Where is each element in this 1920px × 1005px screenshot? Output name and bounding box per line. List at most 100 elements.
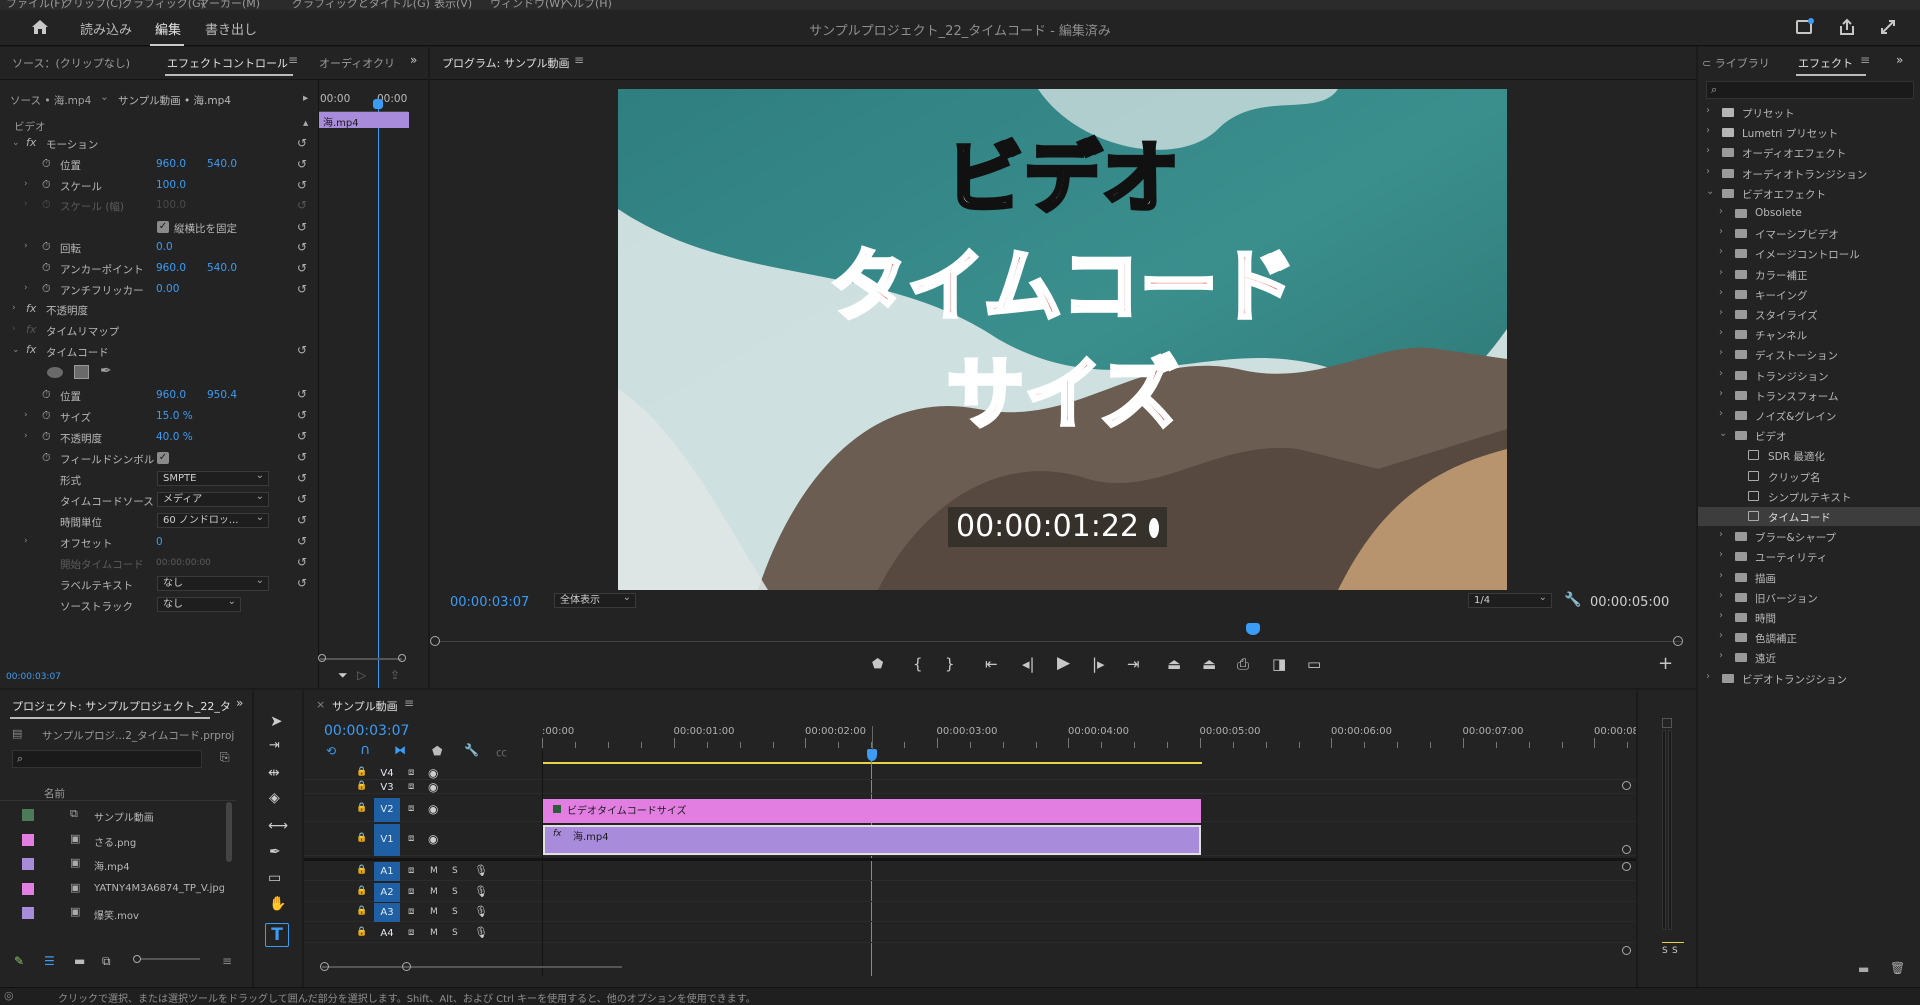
add-marker-icon[interactable]: ⬟ xyxy=(872,657,883,672)
panel-menu-icon[interactable]: ≡ xyxy=(1860,53,1870,67)
mute-button[interactable]: M xyxy=(430,866,438,876)
scale-value[interactable]: 100.0 xyxy=(156,179,186,191)
track-target-a1[interactable]: A1 xyxy=(374,862,400,881)
play-only-icon[interactable]: ▸ xyxy=(303,92,308,104)
reset-icon[interactable]: ↺ xyxy=(297,221,309,233)
sync-lock-icon[interactable]: ⧈ xyxy=(408,927,414,938)
filter-icon[interactable]: ⏷ xyxy=(338,668,348,683)
effect-item[interactable]: › ブラー&シャープ xyxy=(1698,527,1920,546)
slip-tool-icon[interactable]: ⟷ xyxy=(268,818,288,834)
chevron-right-icon[interactable]: › xyxy=(1706,145,1710,156)
scrub-handle-right[interactable] xyxy=(1673,636,1683,646)
effect-item[interactable]: › スタイライズ xyxy=(1698,305,1920,324)
timeline-zoom-scrollbar[interactable] xyxy=(322,966,622,968)
quality-dropdown[interactable]: 1/4 xyxy=(1468,591,1552,608)
effect-item[interactable]: › オーディオトランジション xyxy=(1698,164,1920,183)
microphone-icon[interactable]: 🎙 xyxy=(474,926,488,939)
pencil-icon[interactable]: ✎ xyxy=(14,954,24,968)
expand-icon[interactable]: › xyxy=(24,199,28,209)
pen-mask-icon[interactable]: ✒ xyxy=(100,363,112,379)
delete-icon[interactable]: 🗑 xyxy=(1890,961,1905,975)
panel-menu-icon[interactable]: ≡ xyxy=(288,53,298,67)
fx-icon[interactable]: fx xyxy=(26,343,36,356)
snap-icon[interactable]: ∩ xyxy=(360,742,370,758)
name-column-header[interactable]: 名前 xyxy=(44,786,65,801)
chevron-right-icon[interactable]: › xyxy=(1719,327,1723,338)
thumbnail-size-slider[interactable] xyxy=(133,955,200,963)
effect-item[interactable]: › カラー補正 xyxy=(1698,265,1920,284)
pen-tool-icon[interactable]: ✒ xyxy=(269,844,281,860)
zoom-handle-right[interactable] xyxy=(398,654,406,662)
step-back-icon[interactable]: ◂| xyxy=(1022,655,1035,673)
menu-help[interactable]: ヘルプ(H) xyxy=(562,0,612,10)
reset-icon[interactable]: ↺ xyxy=(297,472,309,484)
project-item[interactable]: ▣ 海.mp4 xyxy=(0,853,226,875)
sync-lock-icon[interactable]: ⧈ xyxy=(408,865,414,876)
reset-icon[interactable]: ↺ xyxy=(297,241,309,253)
chevron-right-icon[interactable]: › xyxy=(1719,549,1723,560)
effect-item[interactable]: › Lumetri プリセット xyxy=(1698,123,1920,142)
tc-opacity-value[interactable]: 40.0 % xyxy=(156,431,193,443)
chevron-down-icon[interactable]: ⌄ xyxy=(1706,186,1714,197)
chevron-right-icon[interactable]: › xyxy=(1719,226,1723,237)
project-item[interactable]: ▣ YATNY4M3A6874_TP_V.jpg xyxy=(0,878,226,900)
more-tabs-icon[interactable]: » xyxy=(236,696,243,710)
rectangle-mask-icon[interactable] xyxy=(74,365,89,379)
sync-lock-icon[interactable]: ⧈ xyxy=(408,767,414,778)
expand-icon[interactable]: › xyxy=(24,179,28,189)
position-y-value[interactable]: 540.0 xyxy=(207,158,237,170)
menu-clip[interactable]: クリップ(C) xyxy=(62,0,122,10)
stopwatch-icon[interactable]: ⏱ xyxy=(42,240,51,254)
menu-marker[interactable]: マーカー(M) xyxy=(198,0,260,10)
chevron-right-icon[interactable]: › xyxy=(1719,368,1723,379)
expand-motion-icon[interactable]: ⌄ xyxy=(12,138,20,148)
chevron-right-icon[interactable]: › xyxy=(1706,166,1710,177)
play-audio-icon[interactable]: ▷ xyxy=(357,668,366,682)
rectangle-tool-icon[interactable]: ▭ xyxy=(268,870,281,886)
reset-icon[interactable]: ↺ xyxy=(297,409,309,421)
track-target-v3[interactable]: V3 xyxy=(374,782,400,794)
time-unit-dropdown[interactable]: 60 ノンドロッ... xyxy=(157,511,269,528)
ellipse-mask-icon[interactable] xyxy=(47,367,63,378)
eye-icon[interactable]: ◉ xyxy=(428,802,438,816)
effect-item[interactable]: シンプルテキスト xyxy=(1698,487,1920,506)
effect-item[interactable]: › ノイズ&グレイン xyxy=(1698,406,1920,425)
eye-icon[interactable]: ◉ xyxy=(428,780,438,794)
linked-selection-icon[interactable]: ⧓ xyxy=(394,743,406,757)
zoom-handle-left[interactable] xyxy=(320,962,329,971)
effect-item[interactable]: タイムコード xyxy=(1698,507,1920,526)
lock-icon[interactable]: 🔒 xyxy=(356,803,367,813)
stopwatch-icon[interactable]: ⏱ xyxy=(42,430,51,444)
tc-source-dropdown[interactable]: メディア xyxy=(157,490,269,507)
lift-icon[interactable]: ⏏ xyxy=(1167,655,1181,673)
share-icon[interactable] xyxy=(1838,18,1856,36)
zoom-handle-left[interactable] xyxy=(318,654,326,662)
track-target-v1[interactable]: V1 xyxy=(374,824,400,856)
expand-icon[interactable]: › xyxy=(24,431,28,441)
reset-icon[interactable]: ↺ xyxy=(297,158,309,170)
captions-icon[interactable]: ㏄ xyxy=(496,744,507,760)
format-dropdown[interactable]: SMPTE xyxy=(157,469,269,486)
selection-tool-icon[interactable]: ➤ xyxy=(270,712,283,730)
solo-button[interactable]: S xyxy=(452,907,458,917)
chevron-right-icon[interactable]: › xyxy=(1719,307,1723,318)
chevron-right-icon[interactable]: › xyxy=(1706,125,1710,136)
stopwatch-icon[interactable]: ⏱ xyxy=(42,388,51,402)
list-view-icon[interactable]: ☰ xyxy=(44,954,55,968)
track-select-tool-icon[interactable]: ⇥ xyxy=(269,738,280,753)
fx-icon[interactable]: fx xyxy=(26,136,36,149)
lock-icon[interactable]: 🔒 xyxy=(356,767,367,777)
fx-icon[interactable]: fx xyxy=(26,302,36,315)
audio-scroll-handle-top[interactable] xyxy=(1622,862,1631,871)
chevron-right-icon[interactable]: › xyxy=(1719,610,1723,621)
lock-icon[interactable]: 🔒 xyxy=(356,927,367,937)
chevron-right-icon[interactable]: › xyxy=(1719,590,1723,601)
sync-lock-icon[interactable]: ⧈ xyxy=(408,781,414,792)
clip-v2[interactable]: ビデオタイムコードサイズ xyxy=(543,799,1201,823)
solo-right-button[interactable]: S xyxy=(1672,946,1678,956)
track-target-a4[interactable]: A4 xyxy=(374,924,400,943)
expand-icon[interactable]: › xyxy=(24,410,28,420)
more-tabs-icon[interactable]: » xyxy=(410,53,417,67)
extract-icon[interactable]: ⏏ xyxy=(1202,655,1216,673)
camera-icon[interactable]: ⎙ xyxy=(1237,655,1249,673)
